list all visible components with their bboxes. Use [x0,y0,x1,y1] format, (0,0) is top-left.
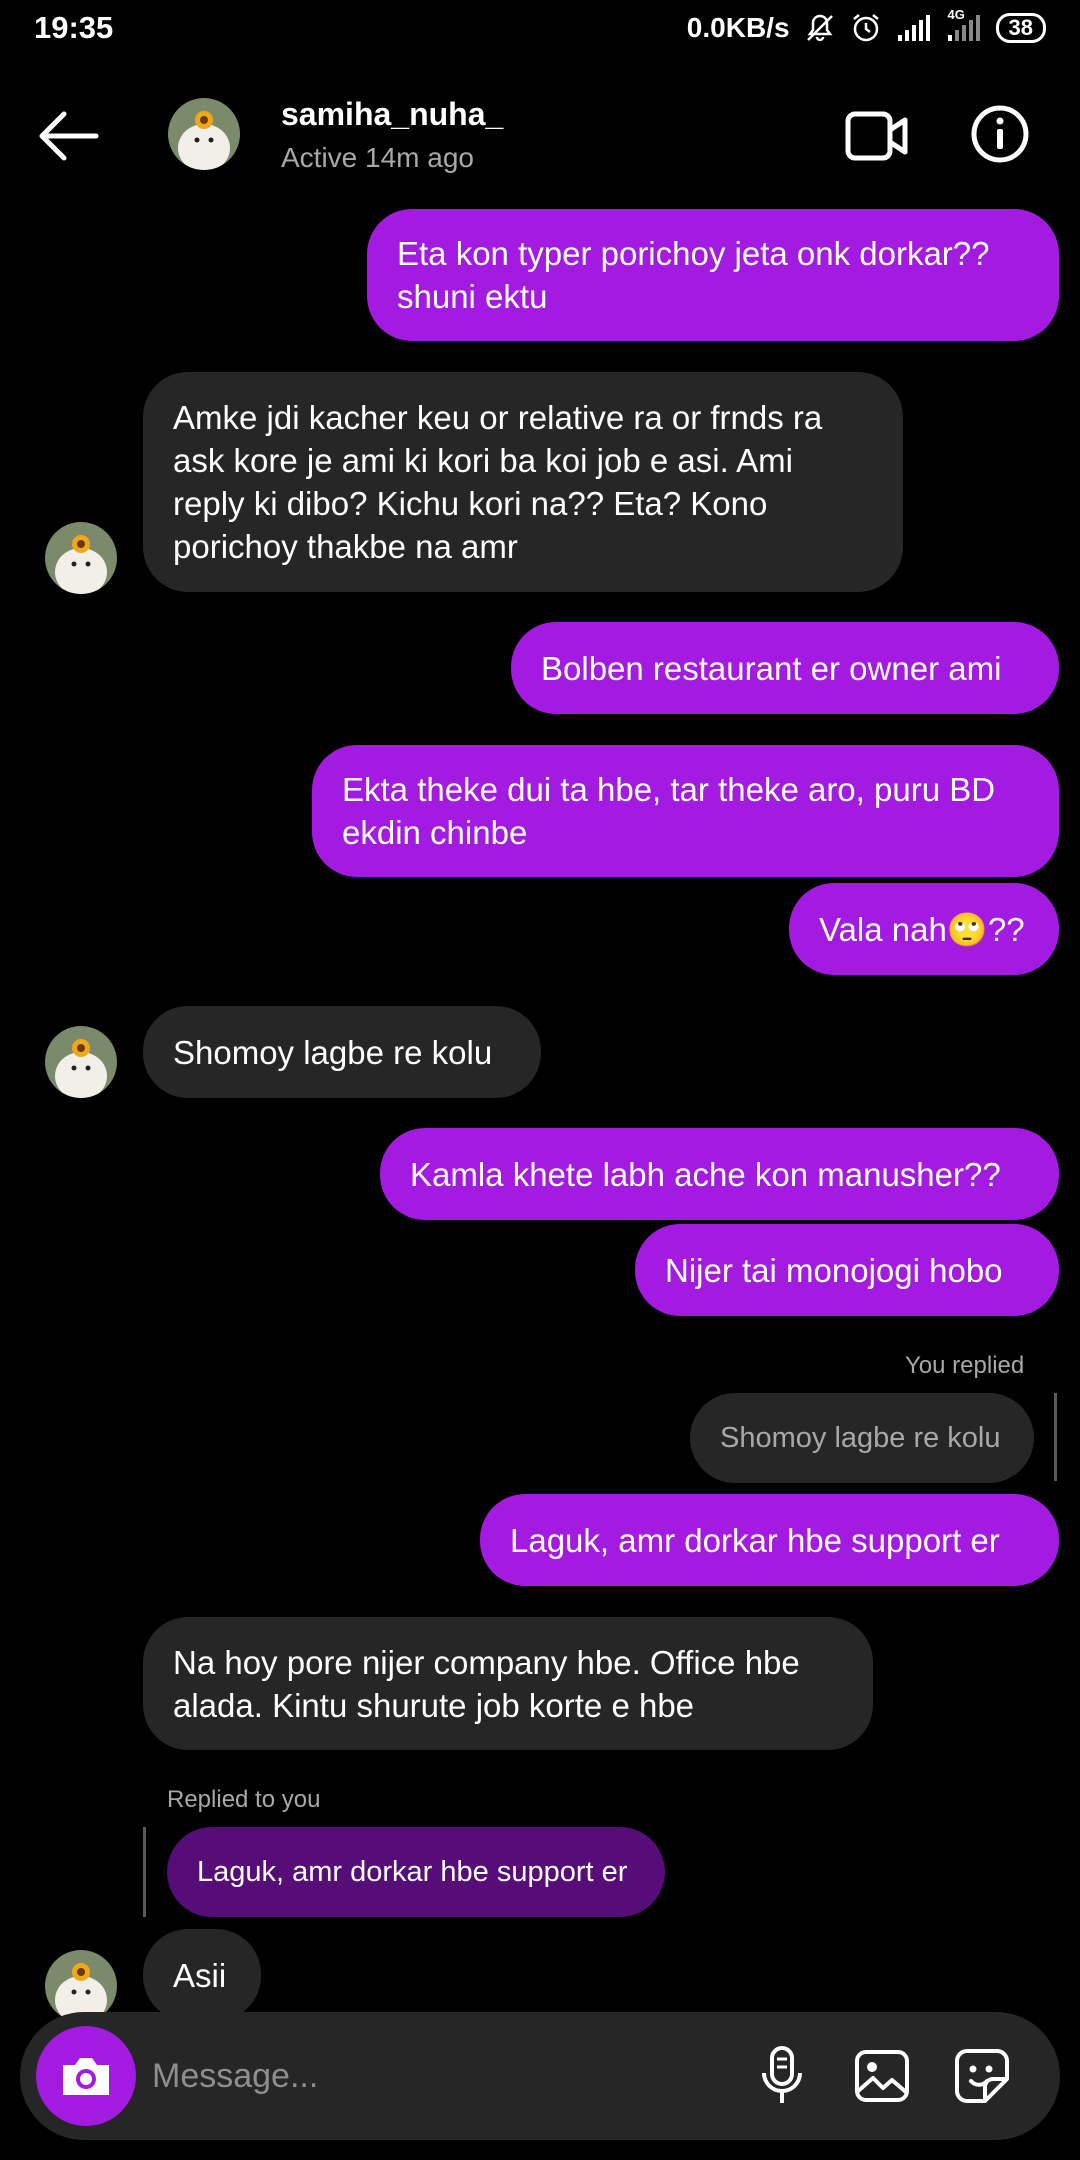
outgoing-message[interactable]: Eta kon typer porichoy jeta onk dorkar??… [367,209,1059,341]
outgoing-message[interactable]: Laguk, amr dorkar hbe support er [480,1494,1059,1586]
back-arrow-icon [39,111,99,161]
outgoing-message[interactable]: Kamla khete labh ache kon manusher?? [380,1128,1059,1220]
video-call-button[interactable] [844,108,910,164]
reply-label: You replied [905,1352,1025,1379]
chat-header: samiha_nuha_ Active 14m ago [0,62,1080,212]
video-call-icon [845,111,908,161]
incoming-message[interactable]: Shomoy lagbe re kolu [143,1006,541,1098]
message-text: Laguk, amr dorkar hbe support er [510,1521,1000,1559]
message-text: Shomoy lagbe re kolu [173,1033,493,1071]
sticker-button[interactable] [950,2044,1014,2108]
battery-indicator: 38 [995,13,1046,43]
message-text: Bolben restaurant er owner ami [541,649,1002,687]
outgoing-message[interactable]: Nijer tai monojogi hobo [635,1224,1059,1316]
quoted-message[interactable]: Laguk, amr dorkar hbe support er [167,1827,665,1917]
message-text: Amke jdi kacher keu or relative ra or fr… [173,399,823,565]
status-icons: 0.0KB/s 4G 38 [686,7,1046,44]
sticker-icon [955,2049,1009,2103]
camera-button[interactable] [36,2026,136,2126]
camera-icon [63,2058,109,2095]
gallery-button[interactable] [850,2044,914,2108]
incoming-message[interactable]: Asii [143,1929,261,2021]
reply-label: Replied to you [167,1786,321,1813]
incoming-message[interactable]: Amke jdi kacher keu or relative ra or fr… [143,372,903,592]
message-text: Ekta theke dui ta hbe, tar theke aro, pu… [342,771,996,851]
back-button[interactable] [38,110,100,162]
gallery-icon [855,2050,909,2102]
network-type: 4G [947,7,965,22]
mute-icon [804,12,836,44]
signal-4g-icon: 4G [946,7,982,43]
active-status: Active 14m ago [281,142,474,173]
message-text: Asii [173,1956,227,1994]
status-bar: 19:35 0.0KB/s 4G 38 [0,0,1080,62]
message-composer [20,2012,1060,2140]
contact-avatar[interactable] [168,98,240,170]
signal-icon [896,13,932,43]
info-button[interactable] [970,104,1030,164]
sender-avatar[interactable] [45,1026,117,1098]
outgoing-message[interactable]: Vala nah🙄?? [789,883,1059,975]
quoted-message[interactable]: Shomoy lagbe re kolu [690,1393,1034,1483]
message-text: Nijer tai monojogi hobo [665,1251,1003,1289]
info-icon [971,105,1029,163]
outgoing-message[interactable]: Ekta theke dui ta hbe, tar theke aro, pu… [312,745,1059,877]
quoted-text: Shomoy lagbe re kolu [720,1421,1001,1454]
message-text: Na hoy pore nijer company hbe. Office hb… [173,1643,800,1724]
microphone-button[interactable] [750,2044,814,2108]
incoming-message[interactable]: Na hoy pore nijer company hbe. Office hb… [143,1617,873,1750]
contact-username[interactable]: samiha_nuha_ [281,96,503,133]
microphone-icon [762,2046,802,2103]
alarm-icon [850,12,882,44]
quoted-text: Laguk, amr dorkar hbe support er [197,1855,628,1888]
reply-indicator-bar [1054,1393,1057,1481]
sender-avatar[interactable] [45,522,117,594]
message-text: Eta kon typer porichoy jeta onk dorkar??… [397,235,990,315]
reply-indicator-bar [143,1827,146,1917]
network-speed: 0.0KB/s [686,12,790,43]
message-text: Kamla khete labh ache kon manusher?? [410,1155,1001,1193]
message-text: Vala nah🙄?? [819,910,1025,948]
outgoing-message[interactable]: Bolben restaurant er owner ami [511,622,1059,714]
status-time: 19:35 [34,10,114,45]
message-input[interactable] [152,2040,712,2112]
